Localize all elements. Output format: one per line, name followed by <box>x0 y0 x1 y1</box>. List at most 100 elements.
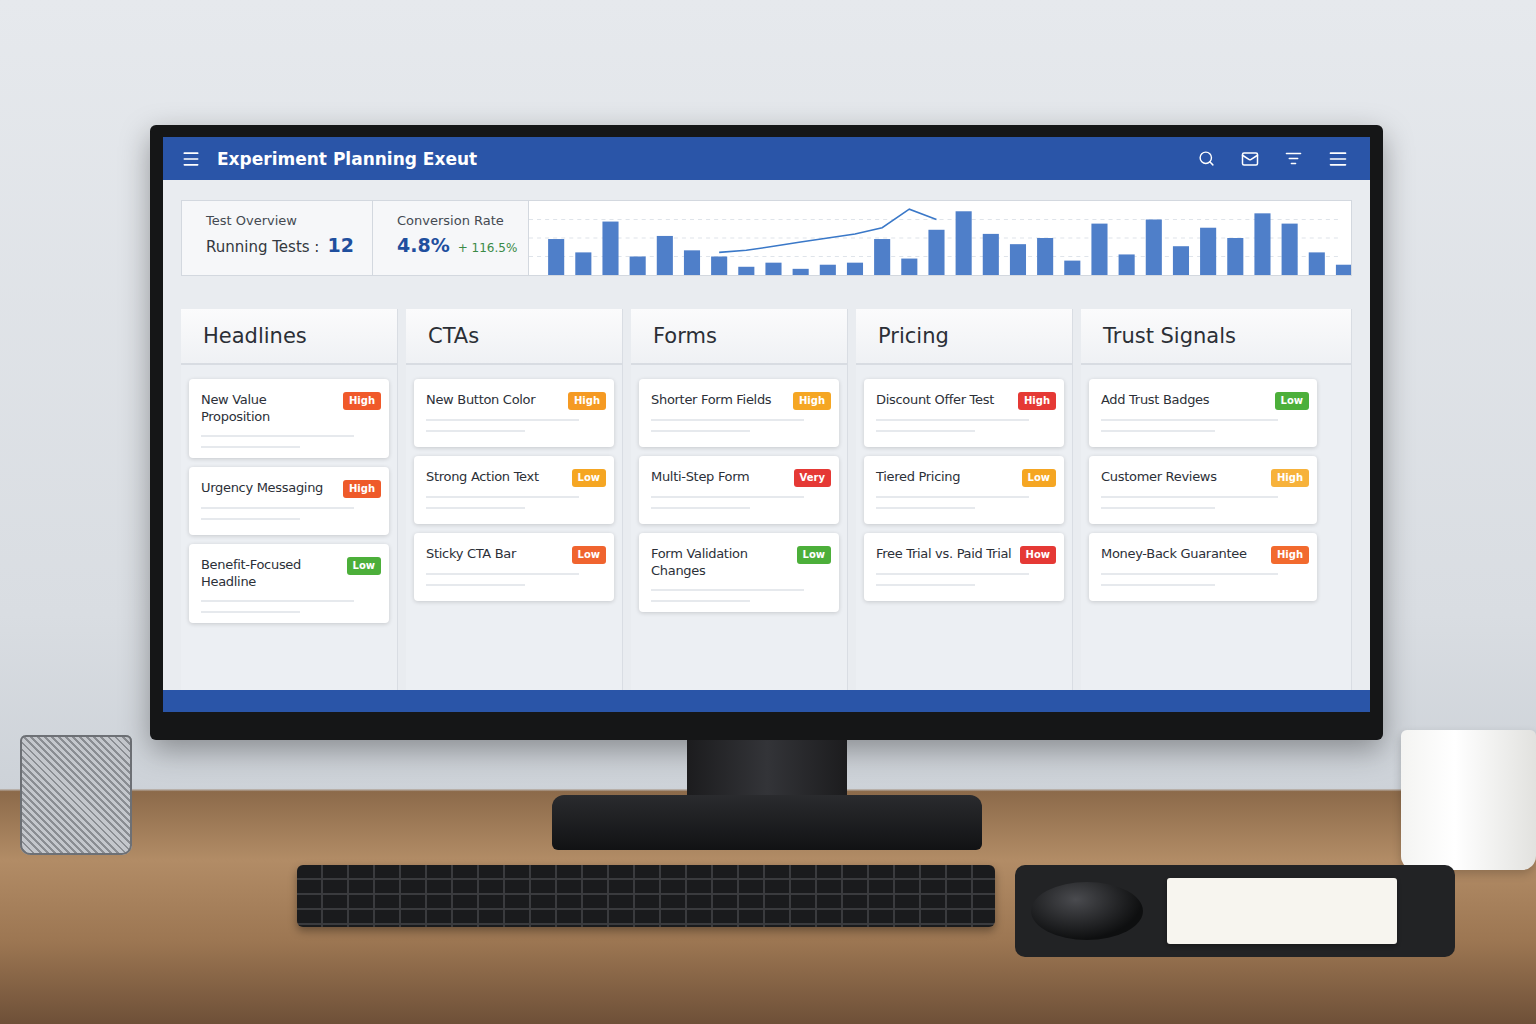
placeholder-line <box>1101 496 1278 498</box>
search-icon[interactable] <box>1198 150 1215 167</box>
card-title: Discount Offer Test <box>876 392 994 409</box>
experiment-card[interactable]: Discount Offer Test High <box>864 379 1064 447</box>
placeholder-line <box>201 507 354 509</box>
priority-badge: High <box>568 392 606 410</box>
list-icon[interactable] <box>1285 150 1302 167</box>
card-top: New Button ColorHigh <box>426 392 606 410</box>
monitor: Experiment Planning ExeutTest OverviewRu… <box>150 125 1383 850</box>
header-actions <box>1198 149 1348 169</box>
board-column: FormsShorter Form FieldsHighMulti-Step F… <box>631 309 848 690</box>
chart-bar <box>602 222 618 275</box>
chart-bar <box>1336 265 1351 275</box>
priority-badge: How <box>1020 546 1056 564</box>
card-list: Add Trust BadgesLow Customer ReviewsHigh M… <box>1081 365 1351 615</box>
footer-bar <box>163 690 1370 712</box>
card-title: Benefit-Focused Headline <box>201 557 341 591</box>
chart-bar <box>1254 213 1270 275</box>
experiment-card[interactable]: Urgency MessagingHigh <box>189 467 389 535</box>
board-column: PricingDiscount Offer TestHighTiered Pri… <box>856 309 1073 690</box>
placeholder-line <box>876 496 1029 498</box>
placeholder-line <box>651 507 750 509</box>
menu-icon[interactable] <box>1328 149 1348 169</box>
notebook <box>1167 878 1397 944</box>
card-top: Benefit-Focused Headline Low <box>201 557 381 591</box>
chart-bar <box>657 236 673 275</box>
card-top: Customer ReviewsHigh <box>1101 469 1309 487</box>
placeholder-line <box>651 589 804 591</box>
chart-bar <box>711 257 727 276</box>
placeholder-line <box>426 573 579 575</box>
priority-badge: Low <box>347 557 381 575</box>
chart-bar <box>1010 244 1026 275</box>
mouse-pad <box>1015 865 1455 957</box>
experiment-card[interactable]: Customer ReviewsHigh <box>1089 456 1317 524</box>
card-list: New Button ColorHigh Strong Action TextLo… <box>406 365 622 615</box>
coffee-mug <box>1401 730 1536 870</box>
card-list: Discount Offer Test High Tiered PricingLow… <box>856 365 1072 615</box>
priority-badge: High <box>793 392 831 410</box>
card-top: Sticky CTA Bar Low <box>426 546 606 564</box>
chart-panel <box>529 201 1351 275</box>
stat-line: 4.8% + 116.5% <box>397 234 528 256</box>
card-title: Sticky CTA Bar <box>426 546 516 563</box>
stat-value: 4.8% <box>397 234 450 256</box>
pen-cup <box>20 735 132 855</box>
experiment-card[interactable]: Free Trial vs. Paid TrialHow <box>864 533 1064 601</box>
chart-bar <box>1119 254 1135 275</box>
experiment-card[interactable]: Tiered PricingLow <box>864 456 1064 524</box>
priority-badge: High <box>1271 546 1309 564</box>
experiment-card[interactable]: Benefit-Focused Headline Low <box>189 544 389 623</box>
chart-bar <box>684 250 700 275</box>
monitor-neck <box>687 740 847 795</box>
priority-badge: Low <box>1275 392 1309 410</box>
placeholder-line <box>651 419 804 421</box>
card-title: Shorter Form Fields <box>651 392 771 409</box>
stat-label: Test Overview <box>206 213 372 228</box>
experiment-card[interactable]: Add Trust BadgesLow <box>1089 379 1317 447</box>
card-title: Form Validation Changes <box>651 546 791 580</box>
experiment-card[interactable]: Multi-Step FormVery <box>639 456 839 524</box>
experiment-card[interactable]: New Button ColorHigh <box>414 379 614 447</box>
card-title: Tiered Pricing <box>876 469 960 486</box>
hamburger-icon[interactable] <box>181 149 201 169</box>
app-title: Experiment Planning Exeut <box>217 149 1182 169</box>
column-header: Headlines <box>181 309 397 365</box>
chart-bar <box>983 234 999 275</box>
card-top: New Value PropositionHigh <box>201 392 381 426</box>
card-top: Tiered PricingLow <box>876 469 1056 487</box>
chart-bar <box>793 269 809 275</box>
chart-bar <box>765 263 781 275</box>
priority-badge: Low <box>572 546 606 564</box>
placeholder-line <box>201 600 354 602</box>
placeholder-line <box>651 430 750 432</box>
placeholder-line <box>201 611 300 613</box>
chart-bar <box>630 257 646 276</box>
stat-change: + 116.5% <box>458 241 518 255</box>
chart-bar <box>901 259 917 275</box>
card-title: New Value Proposition <box>201 392 337 426</box>
column-header: Trust Signals <box>1081 309 1351 365</box>
card-title: Multi-Step Form <box>651 469 749 486</box>
experiment-card[interactable]: New Value PropositionHigh <box>189 379 389 458</box>
keyboard <box>297 865 995 927</box>
chart-bar <box>1200 228 1216 275</box>
card-top: Money-Back GuaranteeHigh <box>1101 546 1309 564</box>
conversion-chart <box>529 201 1351 275</box>
placeholder-line <box>876 507 975 509</box>
experiment-board: HeadlinesNew Value PropositionHighUrgenc… <box>181 309 1352 690</box>
board-column: CTAsNew Button ColorHighStrong Action Te… <box>406 309 623 690</box>
chart-bar <box>956 211 972 275</box>
mail-icon[interactable] <box>1241 150 1259 168</box>
chart-bar <box>1064 261 1080 275</box>
chart-bar <box>1037 238 1053 275</box>
experiment-card[interactable]: Money-Back GuaranteeHigh <box>1089 533 1317 601</box>
monitor-bezel: Experiment Planning ExeutTest OverviewRu… <box>150 125 1383 740</box>
chart-bar <box>1309 252 1325 275</box>
experiment-card[interactable]: Form Validation ChangesLow <box>639 533 839 612</box>
experiment-card[interactable]: Strong Action TextLow <box>414 456 614 524</box>
experiment-card[interactable]: Shorter Form Fields High <box>639 379 839 447</box>
stat-value: 12 <box>327 234 353 256</box>
placeholder-line <box>876 430 975 432</box>
priority-badge: High <box>1018 392 1056 410</box>
experiment-card[interactable]: Sticky CTA Bar Low <box>414 533 614 601</box>
